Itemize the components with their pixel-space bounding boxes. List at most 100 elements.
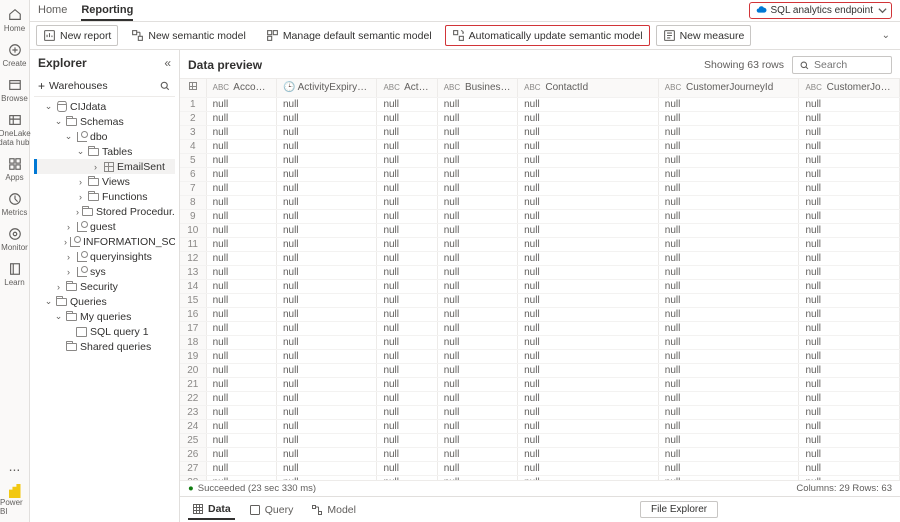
search-icon[interactable] — [159, 80, 171, 92]
tree-emailsent[interactable]: ›EmailSent — [34, 159, 175, 174]
table-row[interactable]: 5nullnullnullnullnullnullnull — [180, 153, 900, 167]
table-row[interactable]: 20nullnullnullnullnullnullnull — [180, 363, 900, 377]
schemas-icon — [66, 116, 77, 127]
refresh-model-icon — [452, 29, 465, 42]
col-CustomerJourneyId[interactable]: ABC CustomerJourneyId — [658, 79, 799, 97]
functions-icon — [88, 191, 99, 202]
footer-tab-query[interactable]: Query — [245, 501, 298, 519]
table-row[interactable]: 13nullnullnullnullnullnullnull — [180, 265, 900, 279]
new-measure-button[interactable]: New measure — [656, 25, 752, 46]
tree-sqlquery1[interactable]: SQL query 1 — [34, 324, 175, 339]
table-row[interactable]: 6nullnullnullnullnullnullnull — [180, 167, 900, 181]
table-row[interactable]: 1nullnullnullnullnullnullnull — [180, 97, 900, 111]
col-ActivityExpiryTime[interactable]: 🕒 ActivityExpiryTime — [276, 79, 376, 97]
tree-guest[interactable]: ›guest — [34, 219, 175, 234]
infoschema-icon — [70, 236, 80, 247]
tree-sharedqueries[interactable]: Shared queries — [34, 339, 175, 354]
data-preview-title: Data preview — [188, 58, 704, 72]
myqueries-icon — [66, 311, 77, 322]
sqlquery1-icon — [76, 326, 87, 337]
col-AccountId[interactable]: ABC AccountId — [206, 79, 276, 97]
tree-queryinsights[interactable]: ›queryinsights — [34, 249, 175, 264]
tree-queries[interactable]: ⌄Queries — [34, 294, 175, 309]
rail-home[interactable]: Home — [1, 4, 29, 39]
col-BusinessUnitId[interactable]: ABC BusinessUnitId — [437, 79, 517, 97]
table-row[interactable]: 10nullnullnullnullnullnullnull — [180, 223, 900, 237]
table-row[interactable]: 26nullnullnullnullnullnullnull — [180, 447, 900, 461]
table-row[interactable]: 15nullnullnullnullnullnullnull — [180, 293, 900, 307]
tree-myqueries[interactable]: ⌄My queries — [34, 309, 175, 324]
tree-sys[interactable]: ›sys — [34, 264, 175, 279]
rail-apps[interactable]: Apps — [1, 153, 29, 188]
rail-onelake[interactable]: OneLake data hub — [1, 109, 29, 153]
measure-icon — [663, 29, 676, 42]
explorer-tree: ⌄CIJdata⌄Schemas⌄dbo⌄Tables›EmailSent›Vi… — [34, 97, 175, 518]
tree-infoschema[interactable]: ›INFORMATION_SCHE... — [34, 234, 175, 249]
table-row[interactable]: 12nullnullnullnullnullnullnull — [180, 251, 900, 265]
table-row[interactable]: 9nullnullnullnullnullnullnull — [180, 209, 900, 223]
table-row[interactable]: 23nullnullnullnullnullnullnull — [180, 405, 900, 419]
table-row[interactable]: 16nullnullnullnullnullnullnull — [180, 307, 900, 321]
preview-search[interactable] — [792, 56, 892, 74]
main-area: Home Reporting SQL analytics endpoint Ne… — [30, 0, 900, 522]
grid-corner[interactable] — [180, 79, 206, 97]
tab-home[interactable]: Home — [38, 1, 67, 21]
tab-reporting[interactable]: Reporting — [81, 1, 133, 21]
tree-tables[interactable]: ⌄Tables — [34, 144, 175, 159]
rail-monitor[interactable]: Monitor — [1, 223, 29, 258]
table-row[interactable]: 19nullnullnullnullnullnullnull — [180, 349, 900, 363]
data-grid[interactable]: ABC AccountId🕒 ActivityExpiryTimeABC Act… — [180, 78, 900, 480]
table-row[interactable]: 25nullnullnullnullnullnullnull — [180, 433, 900, 447]
security-icon — [66, 281, 77, 292]
collapse-explorer-icon[interactable]: « — [164, 56, 171, 70]
table-row[interactable]: 17nullnullnullnullnullnullnull — [180, 321, 900, 335]
table-row[interactable]: 2nullnullnullnullnullnullnull — [180, 111, 900, 125]
col-ActivityId[interactable]: ABC ActivityId — [377, 79, 437, 97]
preview-search-input[interactable] — [814, 59, 884, 71]
col-ContactId[interactable]: ABC ContactId — [518, 79, 659, 97]
col-CustomerJourney[interactable]: ABC CustomerJourney — [799, 79, 900, 97]
tree-views[interactable]: ›Views — [34, 174, 175, 189]
file-explorer-button[interactable]: File Explorer — [640, 501, 718, 518]
table-row[interactable]: 8nullnullnullnullnullnullnull — [180, 195, 900, 209]
table-row[interactable]: 7nullnullnullnullnullnullnull — [180, 181, 900, 195]
endpoint-dropdown[interactable]: SQL analytics endpoint — [749, 2, 892, 19]
tree-cijdata[interactable]: ⌄CIJdata — [34, 99, 175, 114]
table-row[interactable]: 11nullnullnullnullnullnullnull — [180, 237, 900, 251]
tree-schemas[interactable]: ⌄Schemas — [34, 114, 175, 129]
rail-more[interactable]: ... — [9, 452, 21, 480]
rail-browse[interactable]: Browse — [1, 74, 29, 109]
table-row[interactable]: 22nullnullnullnullnullnullnull — [180, 391, 900, 405]
query-icon — [249, 504, 261, 516]
table-row[interactable]: 3nullnullnullnullnullnullnull — [180, 125, 900, 139]
table-row[interactable]: 14nullnullnullnullnullnullnull — [180, 279, 900, 293]
table-row[interactable]: 4nullnullnullnullnullnullnull — [180, 139, 900, 153]
new-report-button[interactable]: New report — [36, 25, 118, 46]
rail-metrics[interactable]: Metrics — [1, 188, 29, 223]
status-columns-rows: Columns: 29 Rows: 63 — [796, 483, 892, 494]
toolbar-overflow[interactable]: ⌄ — [878, 30, 894, 41]
create-icon — [8, 43, 22, 57]
warehouses-row[interactable]: + Warehouses — [34, 76, 175, 97]
auto-update-semantic-model-button[interactable]: Automatically update semantic model — [445, 25, 650, 46]
rail-learn[interactable]: Learn — [1, 258, 29, 293]
table-row[interactable]: 21nullnullnullnullnullnullnull — [180, 377, 900, 391]
rail-create[interactable]: Create — [1, 39, 29, 74]
rail-powerbi[interactable]: Power BI — [0, 480, 29, 522]
table-row[interactable]: 27nullnullnullnullnullnullnull — [180, 461, 900, 475]
footer-tab-data[interactable]: Data — [188, 500, 235, 520]
table-row[interactable]: 24nullnullnullnullnullnullnull — [180, 419, 900, 433]
table-row[interactable]: 18nullnullnullnullnullnullnull — [180, 335, 900, 349]
footer-tab-model[interactable]: Model — [307, 501, 360, 519]
manage-default-semantic-model-button[interactable]: Manage default semantic model — [259, 25, 439, 46]
tree-security[interactable]: ›Security — [34, 279, 175, 294]
tree-functions[interactable]: ›Functions — [34, 189, 175, 204]
new-semantic-model-button[interactable]: New semantic model — [124, 25, 252, 46]
guest-icon — [76, 221, 87, 232]
tree-sprocs[interactable]: ›Stored Procedur... — [34, 204, 175, 219]
plus-icon: + — [38, 79, 45, 93]
metrics-icon — [8, 192, 22, 206]
reporting-toolbar: New report New semantic model Manage def… — [30, 22, 900, 50]
views-icon — [88, 176, 99, 187]
tree-dbo[interactable]: ⌄dbo — [34, 129, 175, 144]
